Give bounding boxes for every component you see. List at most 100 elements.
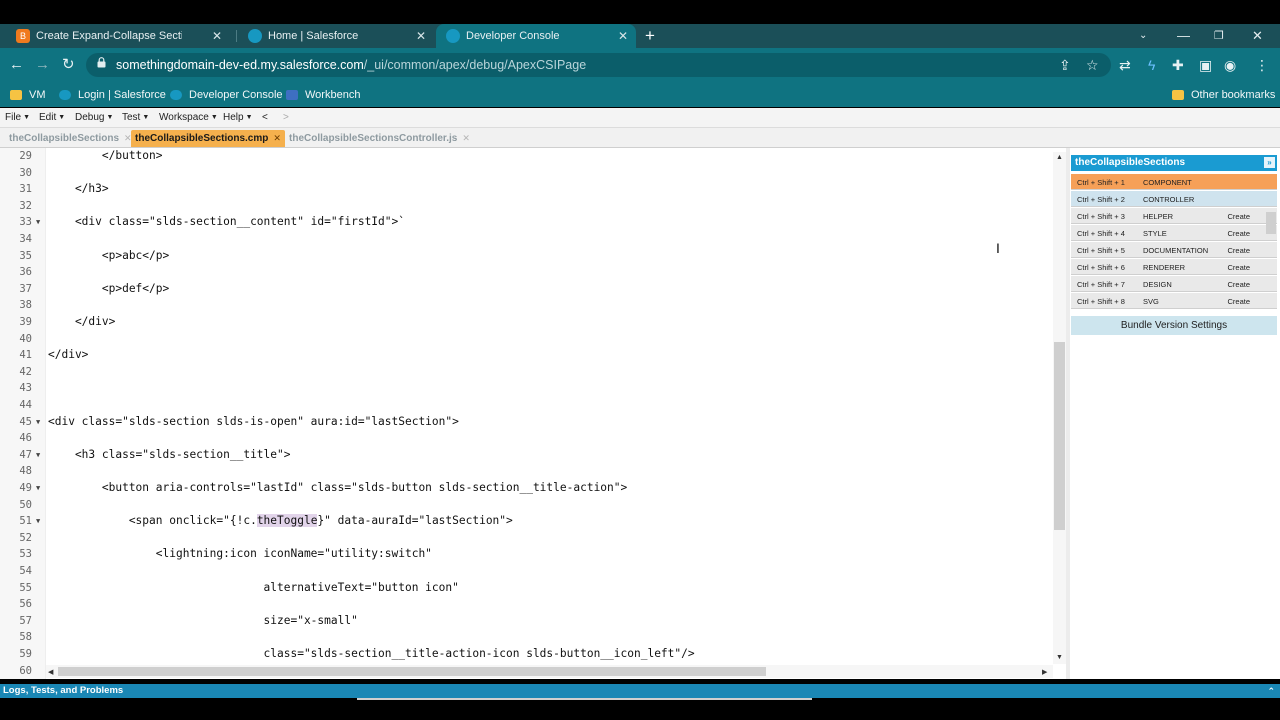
code-line[interactable]: 57 size="x-small"	[0, 613, 1050, 629]
profile-avatar-icon[interactable]: ◉	[1224, 56, 1236, 74]
collapse-panel-icon[interactable]: »	[1264, 157, 1275, 168]
fold-arrow-icon[interactable]: ▼	[36, 447, 40, 463]
code-line[interactable]: 58	[0, 629, 1050, 645]
code-line[interactable]: 38	[0, 297, 1050, 313]
code-editor[interactable]: 29 </button> 30 31 </h3> 32 33 ▼ <div class="…	[0, 148, 1066, 679]
close-tab-icon[interactable]: ✕	[618, 29, 628, 43]
editor-horizontal-scrollbar[interactable]: ◀ ▶	[46, 665, 1053, 678]
code-line[interactable]: 32	[0, 198, 1050, 214]
code-line[interactable]: 44	[0, 397, 1050, 413]
menu-file[interactable]: File ▼	[5, 112, 30, 123]
browser-tab-blogger[interactable]: B Create Expand-Collapse Sections ✕	[6, 24, 230, 48]
code-line[interactable]: 52	[0, 530, 1050, 546]
bookmark-login-salesforce[interactable]: Login | Salesforce	[59, 86, 166, 104]
fold-arrow-icon[interactable]: ▼	[36, 214, 40, 230]
bundle-row-style[interactable]: Ctrl + Shift + 4 STYLE Create	[1071, 225, 1277, 241]
browser-tab-developer-console[interactable]: Developer Console ✕	[436, 24, 636, 48]
code-line[interactable]: 51 ▼ <span onclick="{!c.theToggle}" data-…	[0, 513, 1050, 529]
close-tab-icon[interactable]: ✕	[212, 29, 222, 43]
code-line[interactable]: 56	[0, 596, 1050, 612]
code-line[interactable]: 43	[0, 380, 1050, 396]
file-tab-bundle[interactable]: theCollapsibleSections ✕	[5, 130, 136, 147]
close-window-icon[interactable]: ✕	[1252, 27, 1263, 45]
address-bar[interactable]: somethingdomain-dev-ed.my.salesforce.com…	[86, 53, 1111, 77]
scroll-down-icon[interactable]: ▼	[1056, 654, 1063, 661]
bookmark-other[interactable]: Other bookmarks	[1172, 86, 1275, 104]
bundle-row-controller[interactable]: Ctrl + Shift + 2 CONTROLLER	[1071, 191, 1277, 207]
code-line[interactable]: 50	[0, 497, 1050, 513]
extension-sync-icon[interactable]: ⇄	[1119, 56, 1131, 74]
bundle-row-helper[interactable]: Ctrl + Shift + 3 HELPER Create	[1071, 208, 1277, 224]
code-line[interactable]: 33 ▼ <div class="slds-section__content" i…	[0, 214, 1050, 230]
code-line[interactable]: 42	[0, 364, 1050, 380]
scroll-thumb[interactable]	[58, 667, 766, 676]
bookmark-star-icon[interactable]: ☆	[1086, 56, 1099, 74]
browser-menu-icon[interactable]: ⋮	[1255, 56, 1269, 74]
code-line[interactable]: 39 </div>	[0, 314, 1050, 330]
scroll-thumb[interactable]	[1054, 342, 1065, 530]
bundle-version-settings-button[interactable]: Bundle Version Settings	[1071, 316, 1277, 335]
code-line[interactable]: 46	[0, 430, 1050, 446]
bundle-row-documentation[interactable]: Ctrl + Shift + 5 DOCUMENTATION Create	[1071, 242, 1277, 258]
code-line[interactable]: 48	[0, 463, 1050, 479]
scroll-right-icon[interactable]: ▶	[1042, 668, 1047, 676]
menu-workspace[interactable]: Workspace ▼	[159, 112, 218, 123]
reload-icon[interactable]: ↻	[62, 56, 75, 74]
bookmark-workbench[interactable]: Workbench	[286, 86, 360, 104]
share-icon[interactable]: ⇪	[1059, 56, 1071, 74]
bookmark-vm[interactable]: VM	[10, 86, 46, 104]
code-line[interactable]: 36	[0, 264, 1050, 280]
restore-icon[interactable]: ❐	[1214, 27, 1224, 45]
menu-test[interactable]: Test ▼	[122, 112, 149, 123]
close-file-icon[interactable]: ✕	[462, 133, 470, 144]
create-link[interactable]: Create	[1227, 246, 1250, 255]
bundle-row-svg[interactable]: Ctrl + Shift + 8 SVG Create	[1071, 293, 1277, 309]
side-panel-icon[interactable]: ▣	[1199, 56, 1212, 74]
code-line[interactable]: 34	[0, 231, 1050, 247]
menu-edit[interactable]: Edit ▼	[39, 112, 65, 123]
menu-debug[interactable]: Debug ▼	[75, 112, 113, 123]
bundle-row-renderer[interactable]: Ctrl + Shift + 6 RENDERER Create	[1071, 259, 1277, 275]
code-line[interactable]: 40	[0, 331, 1050, 347]
nav-forward-button[interactable]: >	[283, 112, 289, 123]
code-line[interactable]: 59 class="slds-section__title-action-ico…	[0, 646, 1050, 662]
create-link[interactable]: Create	[1227, 280, 1250, 289]
new-tab-button[interactable]: +	[645, 27, 655, 45]
scroll-left-icon[interactable]: ◀	[48, 668, 53, 676]
extension-bolt-icon[interactable]: ϟ	[1148, 56, 1155, 74]
create-link[interactable]: Create	[1227, 263, 1250, 272]
code-line[interactable]: 31 </h3>	[0, 181, 1050, 197]
code-line[interactable]: 41 </div>	[0, 347, 1050, 363]
logs-tests-problems-bar[interactable]: Logs, Tests, and Problems ⌃	[0, 684, 1280, 698]
file-tab-cmp[interactable]: theCollapsibleSections.cmp ✕	[131, 130, 285, 147]
file-tab-controller[interactable]: theCollapsibleSectionsController.js ✕	[285, 130, 474, 147]
bundle-row-component[interactable]: Ctrl + Shift + 1 COMPONENT	[1071, 174, 1277, 190]
create-link[interactable]: Create	[1227, 229, 1250, 238]
menu-help[interactable]: Help ▼	[223, 112, 253, 123]
forward-icon[interactable]: →	[35, 56, 50, 74]
bundle-scroll-thumb[interactable]	[1266, 212, 1276, 234]
create-link[interactable]: Create	[1227, 297, 1250, 306]
tab-search-icon[interactable]: ⌄	[1139, 27, 1147, 45]
code-line[interactable]: 49 ▼ <button aria-controls="lastId" class…	[0, 480, 1050, 496]
back-icon[interactable]: ←	[9, 56, 24, 74]
code-line[interactable]: 53 <lightning:icon iconName="utility:swi…	[0, 546, 1050, 562]
editor-vertical-scrollbar[interactable]: ▲ ▼	[1053, 152, 1066, 664]
bookmark-developer-console[interactable]: Developer Console	[170, 86, 283, 104]
expand-up-icon[interactable]: ⌃	[1267, 684, 1275, 698]
fold-arrow-icon[interactable]: ▼	[36, 513, 40, 529]
fold-arrow-icon[interactable]: ▼	[36, 480, 40, 496]
code-line[interactable]: 35 <p>abc</p>	[0, 248, 1050, 264]
code-line[interactable]: 37 <p>def</p>	[0, 281, 1050, 297]
browser-tab-salesforce-home[interactable]: Home | Salesforce ✕	[238, 24, 434, 48]
code-line[interactable]: 47 ▼ <h3 class="slds-section__title">	[0, 447, 1050, 463]
code-line[interactable]: 55 alternativeText="button icon"	[0, 580, 1050, 596]
extensions-puzzle-icon[interactable]: ✚	[1172, 56, 1184, 74]
code-line[interactable]: 29 </button>	[0, 148, 1050, 164]
nav-back-button[interactable]: <	[262, 112, 268, 123]
fold-arrow-icon[interactable]: ▼	[36, 414, 40, 430]
code-line[interactable]: 54	[0, 563, 1050, 579]
code-line[interactable]: 45 ▼ <div class="slds-section slds-is-open…	[0, 414, 1050, 430]
code-line[interactable]: 30	[0, 165, 1050, 181]
create-link[interactable]: Create	[1227, 212, 1250, 221]
